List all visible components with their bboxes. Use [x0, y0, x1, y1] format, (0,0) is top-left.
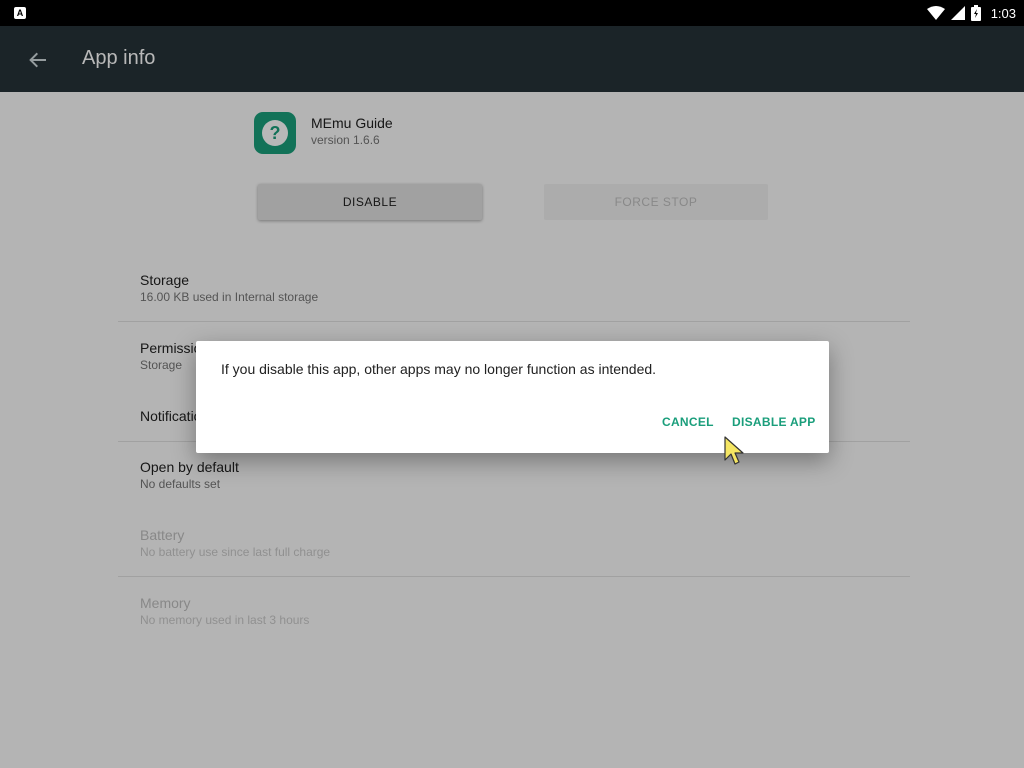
cancel-button[interactable]: CANCEL [662, 407, 714, 437]
status-icons: 1:03 [926, 0, 1016, 26]
cell-signal-icon [950, 6, 965, 20]
status-bar: A 1:03 [0, 0, 1024, 26]
disable-app-button[interactable]: DISABLE APP [732, 407, 816, 437]
status-time: 1:03 [990, 5, 1016, 21]
wifi-icon [926, 6, 945, 20]
dialog-message: If you disable this app, other apps may … [221, 361, 657, 377]
notification-app-letter: A [16, 8, 24, 18]
battery-icon [970, 5, 981, 21]
notification-app-icon: A [14, 7, 26, 19]
mouse-pointer-icon [724, 436, 744, 465]
